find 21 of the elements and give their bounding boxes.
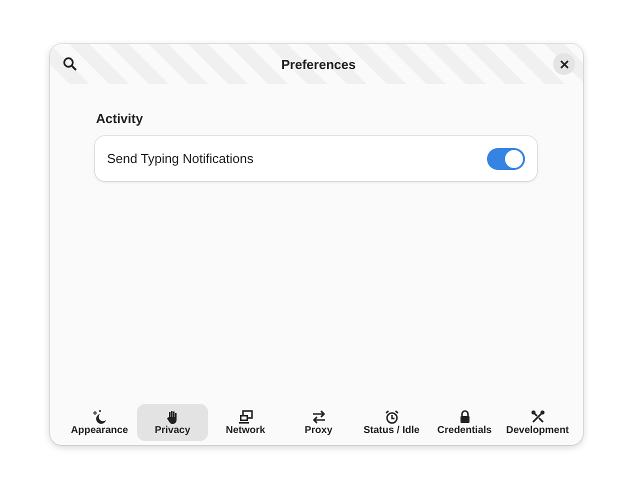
row-label: Send Typing Notifications — [107, 151, 254, 166]
alarm-clock-icon — [384, 410, 398, 424]
toggle-switch[interactable] — [487, 148, 525, 170]
arrows-icon — [312, 410, 326, 424]
moon-icon — [92, 410, 106, 424]
close-icon — [560, 60, 568, 68]
search-icon — [63, 57, 77, 71]
tools-icon — [530, 410, 544, 424]
lock-icon — [458, 410, 472, 424]
close-button[interactable] — [553, 53, 575, 75]
section-title: Activity — [96, 111, 143, 126]
network-icon — [238, 410, 252, 424]
tab[interactable]: Appearance — [64, 404, 135, 441]
hand-icon — [166, 410, 180, 424]
tab[interactable]: Credentials — [429, 404, 500, 441]
tab[interactable]: Proxy — [283, 404, 354, 441]
tab[interactable]: Network — [210, 404, 281, 441]
tab[interactable]: Development — [502, 404, 573, 441]
tab[interactable]: Status / Idle — [356, 404, 427, 441]
window-title: Preferences — [280, 56, 357, 72]
tab[interactable]: Privacy — [137, 404, 208, 441]
